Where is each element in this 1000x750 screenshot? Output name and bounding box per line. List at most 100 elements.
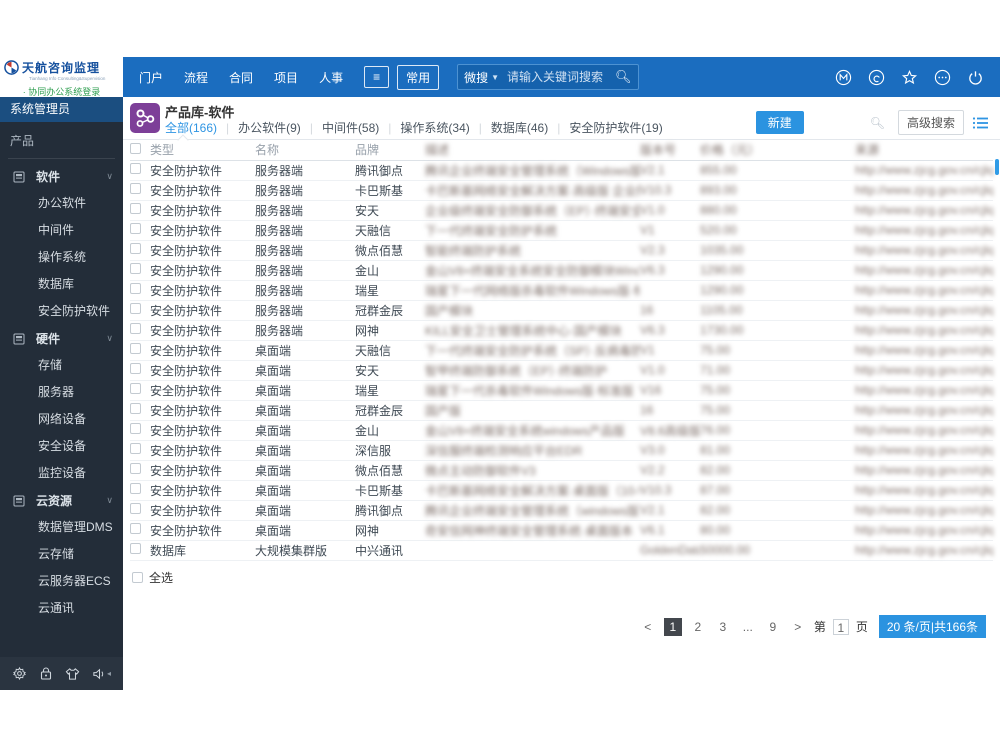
- tab-操作系统(34)[interactable]: 操作系统(34): [400, 119, 469, 136]
- table-search-icon[interactable]: 🔍︎: [870, 116, 885, 130]
- cell-source-link[interactable]: http://www.zjcg.gov.cn/cjlqj/: [855, 400, 993, 421]
- row-checkbox[interactable]: [130, 503, 141, 514]
- footer-expand-arrow-icon[interactable]: ◂: [107, 669, 111, 678]
- row-checkbox[interactable]: [130, 343, 141, 354]
- sidebar-item-存储[interactable]: 存储: [0, 352, 123, 379]
- tab-办公软件(9)[interactable]: 办公软件(9): [238, 119, 301, 136]
- advanced-search-button[interactable]: 高级搜索: [897, 110, 964, 135]
- row-checkbox[interactable]: [130, 303, 141, 314]
- prev-page-button[interactable]: <: [639, 618, 657, 636]
- sidebar-item-服务器[interactable]: 服务器: [0, 379, 123, 406]
- page-button-2[interactable]: 2: [689, 618, 707, 636]
- table-row[interactable]: 安全防护软件 服务器端 网神 KILL安全卫士管理系统中心·国产模块 V6.3 1730.…: [130, 320, 993, 341]
- row-checkbox[interactable]: [130, 363, 141, 374]
- table-row[interactable]: 安全防护软件 桌面端 安天 智甲终端防御系统（EP）·终端防护 V1.0 71.00 htt…: [130, 360, 993, 381]
- sidebar-item-安全设备[interactable]: 安全设备: [0, 433, 123, 460]
- sidebar-item-云服务器ECS[interactable]: 云服务器ECS: [0, 568, 123, 595]
- nav-item-合同[interactable]: 合同: [229, 69, 253, 86]
- cell-source-link[interactable]: http://www.zjcg.gov.cn/cjlqj/: [855, 180, 993, 201]
- column-header-6[interactable]: 价格（元）: [700, 140, 855, 161]
- column-header-1[interactable]: 类型: [150, 140, 255, 161]
- cell-source-link[interactable]: http://www.zjcg.gov.cn/cjlqj/: [855, 340, 993, 361]
- row-checkbox[interactable]: [130, 383, 141, 394]
- row-checkbox[interactable]: [130, 323, 141, 334]
- nav-item-common[interactable]: 常用: [397, 64, 440, 90]
- row-checkbox[interactable]: [130, 483, 141, 494]
- power-icon[interactable]: [967, 69, 984, 86]
- cell-source-link[interactable]: http://www.zjcg.gov.cn/cjlqj/: [855, 520, 993, 541]
- sidebar-item-云通讯[interactable]: 云通讯: [0, 595, 123, 622]
- table-row[interactable]: 安全防护软件服务器端安天企业级终端安全防御系统（EP）·终端安全防护套件V1.0…: [130, 200, 993, 221]
- tab-安全防护软件(19)[interactable]: 安全防护软件(19): [569, 119, 662, 136]
- table-row[interactable]: 安全防护软件 桌面端 网神 奇安信网神终端安全管理系统·桌面版本 V6.1 80.00 ht…: [130, 520, 993, 541]
- list-view-toggle-icon[interactable]: [972, 116, 988, 130]
- sidebar-group-软件[interactable]: 软件 ∨: [0, 163, 123, 190]
- page-button-...[interactable]: ...: [739, 618, 757, 636]
- cell-source-link[interactable]: http://www.zjcg.gov.cn/cjlqj/: [855, 260, 993, 281]
- page-jump-input[interactable]: 1: [832, 618, 849, 635]
- cell-source-link[interactable]: http://www.zjcg.gov.cn/cjlqj/: [855, 420, 993, 441]
- cell-source-link[interactable]: http://www.zjcg.gov.cn/cjlqj/: [855, 280, 993, 301]
- row-checkbox[interactable]: [130, 243, 141, 254]
- column-header-5[interactable]: 版本号: [640, 140, 700, 161]
- gear-icon[interactable]: [12, 666, 27, 681]
- row-checkbox[interactable]: [130, 263, 141, 274]
- table-row[interactable]: 安全防护软件桌面端金山金山V8+终端安全系统windows产品版V8.6高级版6…: [130, 420, 993, 441]
- nav-item-人事[interactable]: 人事: [319, 69, 343, 86]
- nav-item-流程[interactable]: 流程: [184, 69, 208, 86]
- cell-source-link[interactable]: http://www.zjcg.gov.cn/cjlqj/: [855, 540, 993, 561]
- table-row[interactable]: 安全防护软件 服务器端 天融信 下一代终端安全防护系统 V1 520.00 http://w…: [130, 220, 993, 241]
- cell-source-link[interactable]: http://www.zjcg.gov.cn/cjlqj/: [855, 300, 993, 321]
- table-row[interactable]: 安全防护软件 服务器端 冠群金辰 国产模块 16 1105.00 http://www.zj…: [130, 300, 993, 321]
- row-checkbox[interactable]: [130, 223, 141, 234]
- sidebar-item-云存储[interactable]: 云存储: [0, 541, 123, 568]
- row-checkbox[interactable]: [130, 283, 141, 294]
- sidebar-item-数据管理DMS[interactable]: 数据管理DMS: [0, 514, 123, 541]
- nav-item-项目[interactable]: 项目: [274, 69, 298, 86]
- new-button[interactable]: 新建: [755, 111, 804, 134]
- row-checkbox[interactable]: [130, 543, 141, 554]
- search-icon[interactable]: 🔍︎: [615, 69, 632, 85]
- sidebar-group-硬件[interactable]: 硬件 ∨: [0, 325, 123, 352]
- vertical-scrollbar-thumb[interactable]: [995, 159, 999, 175]
- sidebar-item-中间件[interactable]: 中间件: [0, 217, 123, 244]
- table-row[interactable]: 安全防护软件服务器端瑞星瑞星下一代网络版杀毒软件Windows版·标准模块 129…: [130, 280, 993, 301]
- row-checkbox[interactable]: [130, 463, 141, 474]
- table-row[interactable]: 安全防护软件桌面端腾讯御点腾讯企业终端安全管理系统（windows版）·V2.1…: [130, 500, 993, 521]
- nav-item-门户[interactable]: 门户: [139, 69, 163, 86]
- page-button-1[interactable]: 1: [663, 617, 682, 636]
- table-row[interactable]: 安全防护软件桌面端卡巴斯基卡巴斯基网络安全解决方案·桌面版（10-99节点·KS…: [130, 480, 993, 501]
- lock-icon[interactable]: [39, 666, 53, 681]
- cell-source-link[interactable]: http://www.zjcg.gov.cn/cjlqj/: [855, 240, 993, 261]
- cell-source-link[interactable]: http://www.zjcg.gov.cn/cjlqj/: [855, 200, 993, 221]
- theme-shirt-icon[interactable]: [65, 667, 80, 681]
- column-header-3[interactable]: 品牌: [355, 140, 425, 161]
- tab-全部(166)[interactable]: 全部(166): [165, 119, 217, 136]
- sidebar-item-安全防护软件[interactable]: 安全防护软件: [0, 298, 123, 325]
- table-row[interactable]: 安全防护软件服务器端金山金山V8+终端安全系统安全防御模块Windows系统版V…: [130, 260, 993, 281]
- global-search-input[interactable]: [507, 70, 616, 84]
- cell-source-link[interactable]: http://www.zjcg.gov.cn/cjlqj/: [855, 380, 993, 401]
- sidebar-group-云资源[interactable]: 云资源 ∨: [0, 487, 123, 514]
- table-row[interactable]: 安全防护软件 桌面端 深信服 深信服终端检测响应平台EDR V3.0 81.00 http:…: [130, 440, 993, 461]
- cell-source-link[interactable]: http://www.zjcg.gov.cn/cjlqj/: [855, 160, 993, 181]
- row-checkbox[interactable]: [130, 203, 141, 214]
- row-checkbox[interactable]: [130, 523, 141, 534]
- row-checkbox[interactable]: [130, 423, 141, 434]
- table-row[interactable]: 安全防护软件 桌面端 冠群金辰 国产版 16 75.00 http://www.zjcg.g…: [130, 400, 993, 421]
- table-row[interactable]: 安全防护软件 桌面端 瑞星 瑞星下一代杀毒软件Windows版·标准版 V16 75.00…: [130, 380, 993, 401]
- sidebar-item-操作系统[interactable]: 操作系统: [0, 244, 123, 271]
- row-checkbox[interactable]: [130, 443, 141, 454]
- row-checkbox[interactable]: [130, 183, 141, 194]
- row-checkbox[interactable]: [130, 403, 141, 414]
- column-header-7[interactable]: 来源: [855, 140, 993, 161]
- messenger-icon[interactable]: [868, 69, 885, 86]
- column-header-4[interactable]: 描述: [425, 140, 640, 161]
- column-header-2[interactable]: 名称: [255, 140, 355, 161]
- tab-中间件(58)[interactable]: 中间件(58): [322, 119, 379, 136]
- tab-数据库(46)[interactable]: 数据库(46): [491, 119, 548, 136]
- logo[interactable]: 天航咨询监理 Tianhang Info Consulting&Supervis…: [0, 57, 123, 97]
- table-row[interactable]: 安全防护软件 桌面端 微点佰慧 微点主动防御软件V3 V2.2 82.00 http://w…: [130, 460, 993, 481]
- speaker-icon[interactable]: ◂: [92, 667, 111, 681]
- select-all-header-checkbox[interactable]: [130, 142, 141, 154]
